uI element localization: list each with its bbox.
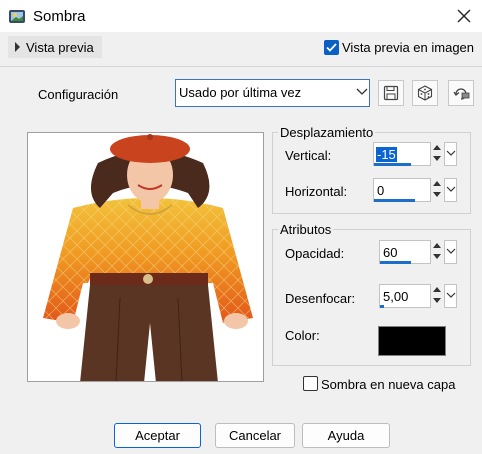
help-button[interactable]: Ayuda (302, 423, 390, 448)
expand-arrow-icon (15, 42, 20, 52)
separator (0, 66, 482, 67)
blur-slider-dropdown[interactable] (444, 284, 457, 308)
ok-button[interactable]: Aceptar (114, 423, 201, 448)
horizontal-value: 0 (377, 183, 385, 198)
attributes-group-title: Atributos (278, 222, 334, 237)
app-icon (8, 7, 26, 25)
spin-down-icon[interactable] (433, 192, 441, 197)
config-value: Usado por última vez (179, 85, 302, 100)
color-swatch[interactable] (378, 326, 446, 356)
preview-toggle-label: Vista previa (26, 40, 94, 55)
chevron-down-icon (446, 150, 456, 156)
color-label: Color: (285, 328, 320, 343)
horizontal-level-bar (374, 199, 415, 202)
preview-in-image-label: Vista previa en imagen (342, 40, 475, 55)
spin-down-icon[interactable] (433, 254, 441, 259)
blur-input[interactable]: 5,00 (379, 284, 431, 308)
close-button[interactable] (452, 4, 476, 28)
blur-arrows[interactable] (431, 285, 443, 307)
vertical-label: Vertical: (285, 148, 332, 163)
spin-up-icon[interactable] (433, 181, 441, 186)
opacity-input[interactable]: 60 (379, 240, 431, 264)
vertical-value: -15 (376, 147, 397, 162)
chevron-down-icon (446, 292, 456, 298)
preview-in-image-checkbox[interactable] (324, 40, 339, 55)
preview-image (27, 132, 264, 382)
opacity-label: Opacidad: (285, 246, 345, 261)
horizontal-spinner[interactable]: 0 (373, 178, 457, 202)
reset-icon (453, 88, 470, 100)
opacity-arrows[interactable] (431, 241, 443, 263)
opacity-spinner[interactable]: 60 (379, 240, 463, 264)
spin-up-icon[interactable] (433, 145, 441, 150)
horizontal-arrows[interactable] (431, 179, 443, 201)
reset-button[interactable] (448, 80, 474, 106)
preview-toggle-button[interactable]: Vista previa (8, 36, 102, 58)
config-dropdown[interactable]: Usado por última vez (175, 79, 370, 107)
horizontal-slider-dropdown[interactable] (444, 178, 457, 202)
vertical-input[interactable]: -15 (373, 142, 431, 166)
vertical-arrows[interactable] (431, 143, 443, 165)
blur-value: 5,00 (383, 289, 409, 304)
spin-down-icon[interactable] (433, 156, 441, 161)
opacity-value: 60 (383, 245, 398, 260)
vertical-level-bar (374, 163, 411, 166)
blur-spinner[interactable]: 5,00 (379, 284, 463, 308)
new-layer-label: Sombra en nueva capa (321, 377, 456, 392)
chevron-down-icon (446, 186, 456, 192)
cancel-button[interactable]: Cancelar (215, 423, 295, 448)
spin-up-icon[interactable] (433, 287, 441, 292)
spin-up-icon[interactable] (433, 243, 441, 248)
horizontal-label: Horizontal: (285, 184, 348, 199)
checkmark-icon (326, 43, 337, 52)
floppy-disk-icon (383, 85, 399, 101)
randomize-button[interactable] (412, 80, 438, 106)
save-preset-button[interactable] (378, 80, 404, 106)
vertical-slider-dropdown[interactable] (444, 142, 457, 166)
opacity-level-bar (380, 261, 411, 264)
chevron-down-icon (356, 88, 368, 95)
window-title: Sombra (33, 8, 86, 25)
woman-portrait-image (43, 134, 253, 381)
displacement-group-title: Desplazamiento (278, 125, 376, 140)
config-label: Configuración (38, 87, 119, 102)
vertical-spinner[interactable]: -15 (373, 142, 457, 166)
blur-level-bar (380, 305, 384, 308)
chevron-down-icon (446, 248, 456, 254)
horizontal-input[interactable]: 0 (373, 178, 431, 202)
dice-icon (417, 85, 433, 101)
spin-down-icon[interactable] (433, 298, 441, 303)
close-icon (457, 9, 471, 23)
blur-label: Desenfocar: (285, 291, 356, 306)
title-bar: Sombra (0, 0, 482, 32)
opacity-slider-dropdown[interactable] (444, 240, 457, 264)
new-layer-checkbox[interactable] (303, 376, 318, 391)
